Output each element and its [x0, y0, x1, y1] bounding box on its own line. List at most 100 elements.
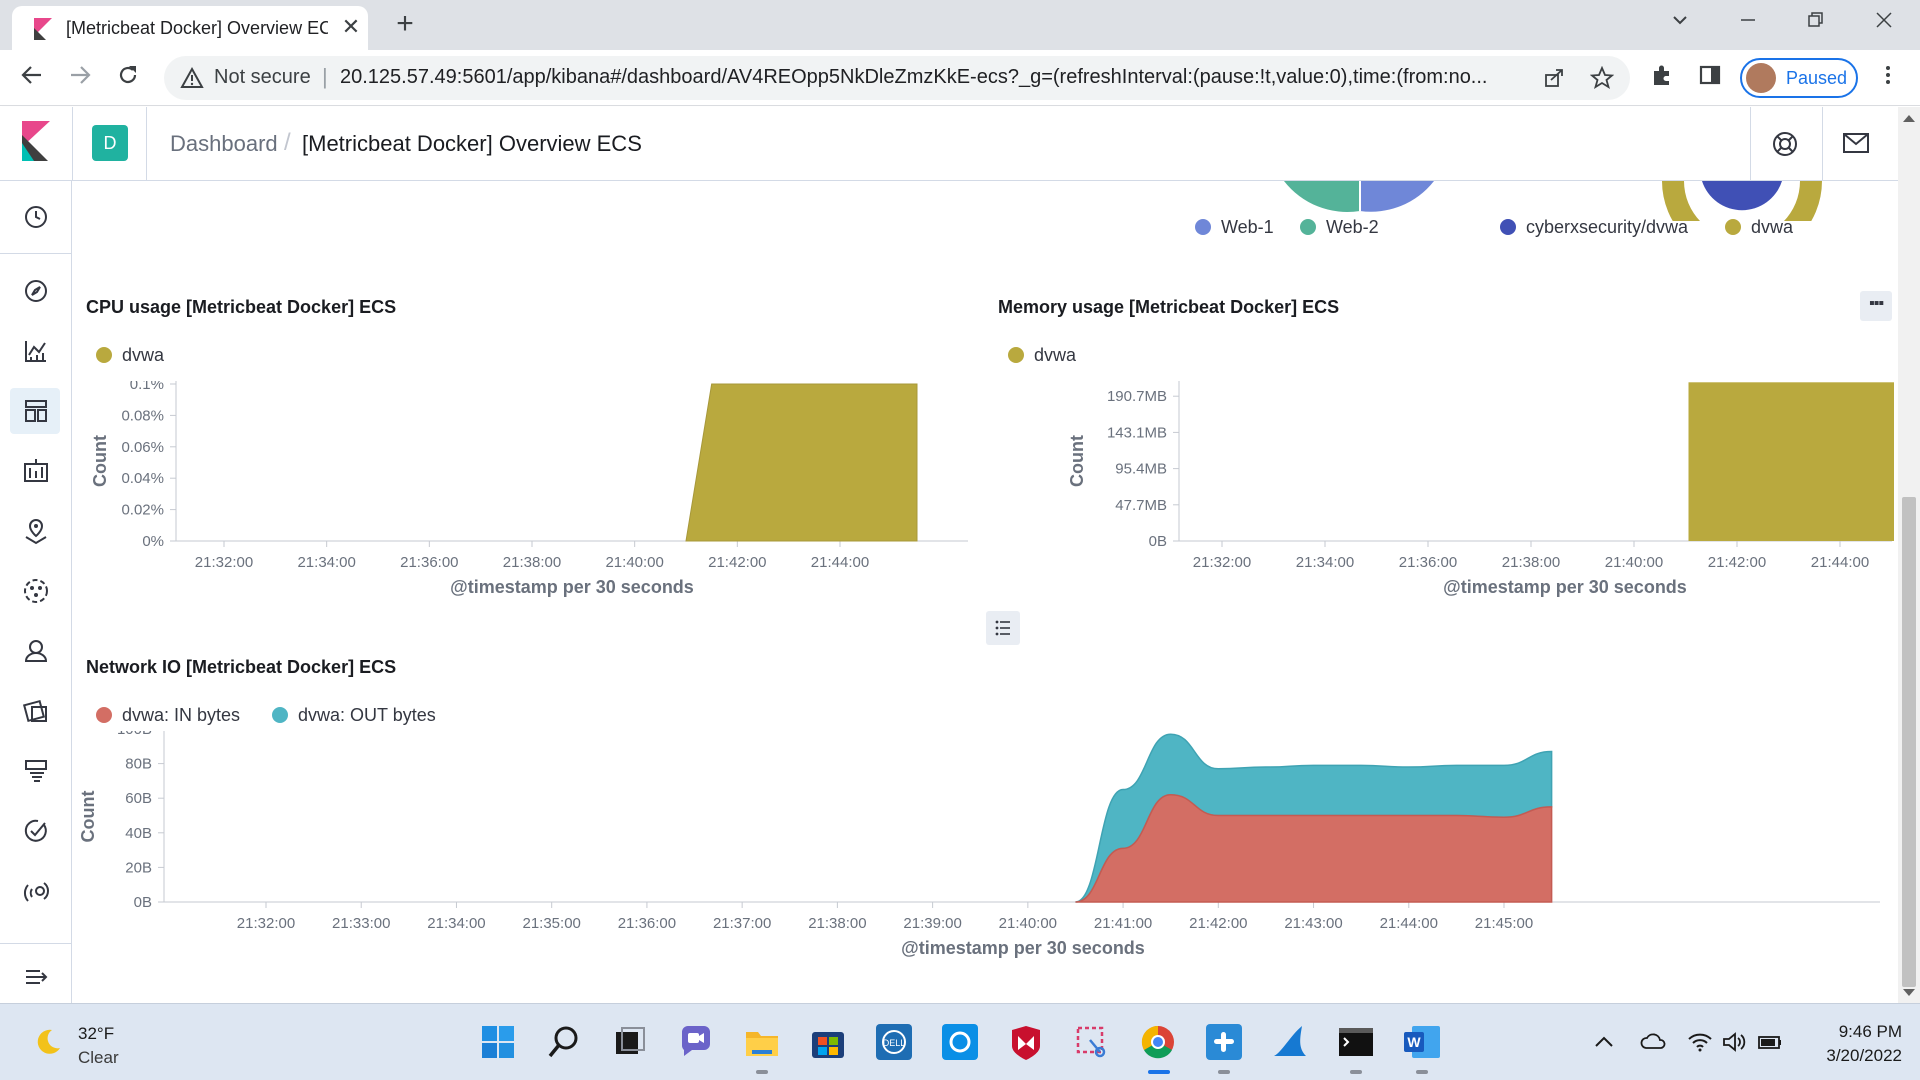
- address-bar[interactable]: Not secure | 20.125.57.49:5601/app/kiban…: [164, 56, 1630, 100]
- legend-item-in-bytes[interactable]: dvwa: IN bytes: [96, 705, 240, 726]
- mcafee-icon[interactable]: [1006, 1022, 1046, 1062]
- memory-bar-dvwa: [1688, 382, 1894, 541]
- scroll-up-icon[interactable]: [1903, 115, 1915, 122]
- moon-icon[interactable]: [32, 1026, 64, 1058]
- visualize-icon[interactable]: [18, 333, 54, 369]
- start-icon[interactable]: [478, 1022, 518, 1062]
- reload-icon[interactable]: [112, 62, 144, 94]
- siem-icon[interactable]: [18, 873, 54, 909]
- breadcrumb-dashboard[interactable]: Dashboard: [170, 131, 278, 157]
- apm-icon[interactable]: [18, 693, 54, 729]
- x-tick-label: 21:43:00: [1284, 915, 1342, 932]
- running-indicator: [1416, 1070, 1428, 1074]
- volume-icon[interactable]: [1720, 1028, 1748, 1056]
- share-icon[interactable]: [1542, 66, 1566, 90]
- logs-icon[interactable]: [18, 753, 54, 789]
- browser-tab[interactable]: [Metricbeat Docker] Overview ECS ✕: [12, 6, 368, 50]
- search-icon[interactable]: [544, 1022, 584, 1062]
- url-separator: |: [322, 64, 328, 89]
- kibana-logo-icon[interactable]: [20, 121, 52, 161]
- legend-toggle-button[interactable]: [986, 611, 1020, 645]
- collapse-nav-icon[interactable]: [18, 959, 54, 995]
- close-window-button[interactable]: [1864, 8, 1904, 38]
- legend-dot: [272, 707, 288, 723]
- pie-slice-web-1[interactable]: [1360, 181, 1434, 212]
- ml-icon[interactable]: [18, 573, 54, 609]
- legend-label: dvwa: OUT bytes: [298, 705, 436, 725]
- pie-slice-web-2[interactable]: [1284, 181, 1360, 213]
- battery-icon[interactable]: [1756, 1028, 1784, 1056]
- y-tick-label: 0.08%: [121, 407, 164, 424]
- graph-icon[interactable]: [18, 633, 54, 669]
- mail-icon[interactable]: [1842, 131, 1870, 155]
- x-tick-label: 21:36:00: [618, 915, 676, 932]
- page-scrollbar[interactable]: [1898, 107, 1920, 1003]
- menu-icon[interactable]: [1872, 62, 1904, 94]
- restore-button[interactable]: [1796, 8, 1836, 38]
- kibana-side-nav: [0, 181, 72, 1003]
- url-text[interactable]: 20.125.57.49:5601/app/kibana#/dashboard/…: [340, 66, 1690, 89]
- store-icon[interactable]: [808, 1022, 848, 1062]
- x-tick-label: 21:36:00: [1399, 554, 1457, 571]
- discover-icon[interactable]: [18, 273, 54, 309]
- running-indicator: [756, 1070, 768, 1074]
- slack-icon[interactable]: [1204, 1022, 1244, 1062]
- clock-date[interactable]: 3/20/2022: [1800, 1046, 1902, 1066]
- legend-item-memory-dvwa[interactable]: dvwa: [1008, 345, 1076, 366]
- weather-temperature[interactable]: 32°F: [78, 1024, 114, 1044]
- x-axis-title: @timestamp per 30 seconds: [1443, 577, 1687, 597]
- legend-item-dvwa[interactable]: dvwa: [1725, 217, 1793, 238]
- donut-slice-cyberxsecurity[interactable]: [1702, 181, 1782, 211]
- not-secure-label[interactable]: Not secure: [214, 66, 311, 89]
- extensions-icon[interactable]: [1646, 62, 1678, 94]
- tab-search-icon[interactable]: [1660, 8, 1700, 38]
- taskview-icon[interactable]: [610, 1022, 650, 1062]
- onedrive-icon[interactable]: [1640, 1028, 1668, 1056]
- x-tick-label: 21:44:00: [811, 554, 869, 571]
- cortana-icon[interactable]: [940, 1022, 980, 1062]
- new-tab-button[interactable]: +: [390, 9, 420, 40]
- scroll-down-icon[interactable]: [1903, 989, 1915, 996]
- terminal-icon[interactable]: [1336, 1022, 1376, 1062]
- x-tick-label: 21:39:00: [903, 915, 961, 932]
- y-tick-label: 0.04%: [121, 470, 164, 487]
- clock-icon[interactable]: [18, 199, 54, 235]
- tab-close-button[interactable]: ✕: [338, 14, 364, 40]
- forward-icon[interactable]: [64, 62, 96, 94]
- legend-item-web-2[interactable]: Web-2: [1300, 217, 1379, 238]
- dashboard-icon[interactable]: [18, 393, 54, 429]
- x-tick-label: 21:38:00: [808, 915, 866, 932]
- explorer-icon[interactable]: [742, 1022, 782, 1062]
- star-icon[interactable]: [1590, 66, 1614, 90]
- warning-icon[interactable]: [180, 66, 204, 90]
- x-axis-title: @timestamp per 30 seconds: [901, 938, 1145, 958]
- wifi-icon[interactable]: [1686, 1028, 1714, 1056]
- legend-item-out-bytes[interactable]: dvwa: OUT bytes: [272, 705, 436, 726]
- back-icon[interactable]: [16, 62, 48, 94]
- sidepanel-icon[interactable]: [1694, 62, 1726, 94]
- y-tick-label: 100B: [117, 731, 152, 738]
- weather-description[interactable]: Clear: [78, 1048, 119, 1068]
- chat-icon[interactable]: [676, 1022, 716, 1062]
- legend-item-cyberxsecurity-dvwa[interactable]: cyberxsecurity/dvwa: [1500, 217, 1688, 238]
- legend-item-cpu-dvwa[interactable]: dvwa: [96, 345, 164, 366]
- dell-icon[interactable]: DELL: [874, 1022, 914, 1062]
- canvas-icon[interactable]: [18, 453, 54, 489]
- snip-icon[interactable]: [1072, 1022, 1112, 1062]
- x-tick-label: 21:32:00: [195, 554, 253, 571]
- panel-options-button[interactable]: ▪▪▪: [1860, 291, 1892, 321]
- help-icon[interactable]: [1770, 129, 1800, 159]
- scroll-thumb[interactable]: [1902, 497, 1916, 987]
- legend-item-web-1[interactable]: Web-1: [1195, 217, 1274, 238]
- wireshark-icon[interactable]: [1270, 1022, 1310, 1062]
- word-icon[interactable]: W: [1402, 1022, 1442, 1062]
- chrome-icon[interactable]: [1138, 1022, 1178, 1062]
- chevron-up-icon[interactable]: [1590, 1028, 1618, 1056]
- minimize-button[interactable]: [1728, 8, 1768, 38]
- clock-time[interactable]: 9:46 PM: [1822, 1022, 1902, 1042]
- space-avatar[interactable]: D: [92, 125, 128, 161]
- profile-button[interactable]: Paused: [1740, 58, 1858, 98]
- uptime-icon[interactable]: [18, 813, 54, 849]
- panel-title-memory: Memory usage [Metricbeat Docker] ECS: [998, 297, 1340, 317]
- maps-icon[interactable]: [18, 513, 54, 549]
